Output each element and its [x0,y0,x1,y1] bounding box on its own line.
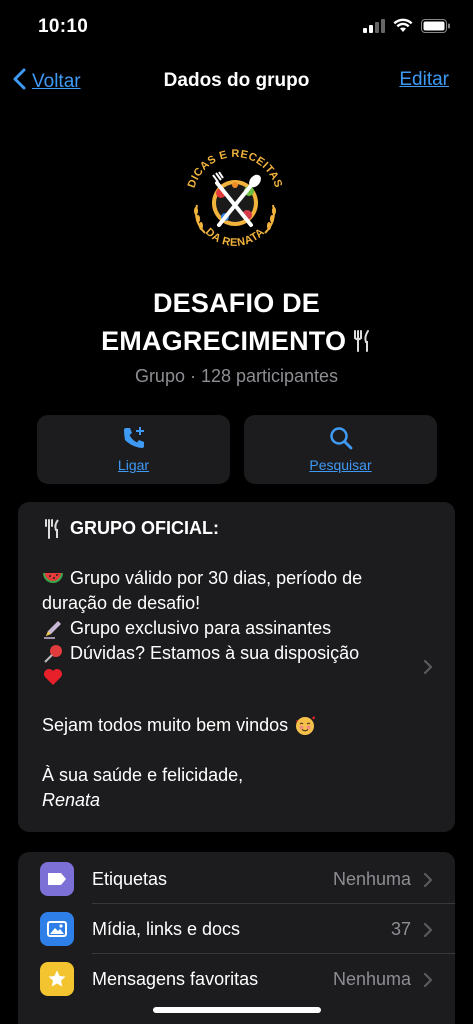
description-line3-row: Dúvidas? Estamos à sua disposição [42,641,431,666]
battery-icon [421,18,451,38]
group-name-line1: DESAFIO DE [152,288,321,318]
pen-icon [42,618,64,640]
list-item-media[interactable]: Mídia, links e docs 37 [18,904,455,954]
status-icons [363,18,451,38]
edit-button[interactable]: Editar [399,69,449,91]
chevron-right-icon [423,972,433,993]
list-item-labels[interactable]: Etiquetas Nenhuma [18,854,455,904]
list-item-value: 37 [390,918,411,939]
group-name-line2: EMAGRECIMENTO [101,326,347,356]
fork-knife-icon [353,326,372,356]
pushpin-icon [42,643,64,665]
status-bar: 10:10 [0,0,473,56]
search-label: Pesquisar [309,457,372,473]
wifi-icon [393,18,413,38]
search-button[interactable]: Pesquisar [244,415,437,484]
navigation-bar: Voltar Dados do grupo Editar [0,56,473,106]
group-name: DESAFIO DE EMAGRECIMENTO [0,284,473,360]
description-line1a: Grupo válido por 30 dias, período de [70,568,363,588]
list-item-label: Etiquetas [92,868,168,889]
description-signature: Renata [42,790,101,810]
star-icon [40,962,74,996]
group-description[interactable]: GRUPO OFICIAL: Grupo válido por 30 dias,… [18,502,455,832]
description-welcome: Sejam todos muito bem vindos [42,715,289,735]
chevron-right-icon [423,872,433,893]
home-indicator[interactable] [153,1007,321,1013]
call-button[interactable]: Ligar [37,415,230,484]
fork-knife-icon [42,518,64,540]
description-line1-row: Grupo válido por 30 dias, período de [42,566,431,591]
group-settings-list: Etiquetas Nenhuma Mídia, links e docs 37… [18,852,455,1024]
chevron-right-icon [423,922,433,943]
call-label: Ligar [117,457,150,473]
tag-icon [40,862,74,896]
description-line3: Dúvidas? Estamos à sua disposição [70,643,360,663]
description-heading: GRUPO OFICIAL: [70,518,219,538]
phone-add-icon [121,425,147,456]
list-item-starred[interactable]: Mensagens favoritas Nenhuma [18,954,455,1004]
search-icon [328,425,354,456]
description-heading-row: GRUPO OFICIAL: [42,516,431,541]
description-line2-row: Grupo exclusivo para assinantes [42,616,431,641]
description-line2: Grupo exclusivo para assinantes [70,618,332,638]
watermelon-icon [42,568,64,590]
description-closing: À sua saúde e felicidade, [42,765,244,785]
photo-icon [40,912,74,946]
signal-icon [363,18,385,38]
chevron-right-icon [423,657,433,682]
smiling-hearts-icon [294,715,316,737]
welcome-row: Sejam todos muito bem vindos [42,713,431,738]
list-item-label: Mídia, links e docs [92,918,241,939]
group-name-line2-wrap: EMAGRECIMENTO [0,322,473,360]
group-avatar[interactable]: DICAS E RECEITAS DA RENATA [171,135,299,263]
heart-row [42,666,431,688]
description-line1b: duração de desafio! [42,593,201,613]
heart-icon [42,666,64,688]
list-item-value: Nenhuma [332,968,411,989]
status-time: 10:10 [38,16,89,37]
list-item-label: Mensagens favoritas [92,968,259,989]
group-participants: Grupo · 128 participantes [134,366,339,386]
list-item-value: Nenhuma [332,868,411,889]
